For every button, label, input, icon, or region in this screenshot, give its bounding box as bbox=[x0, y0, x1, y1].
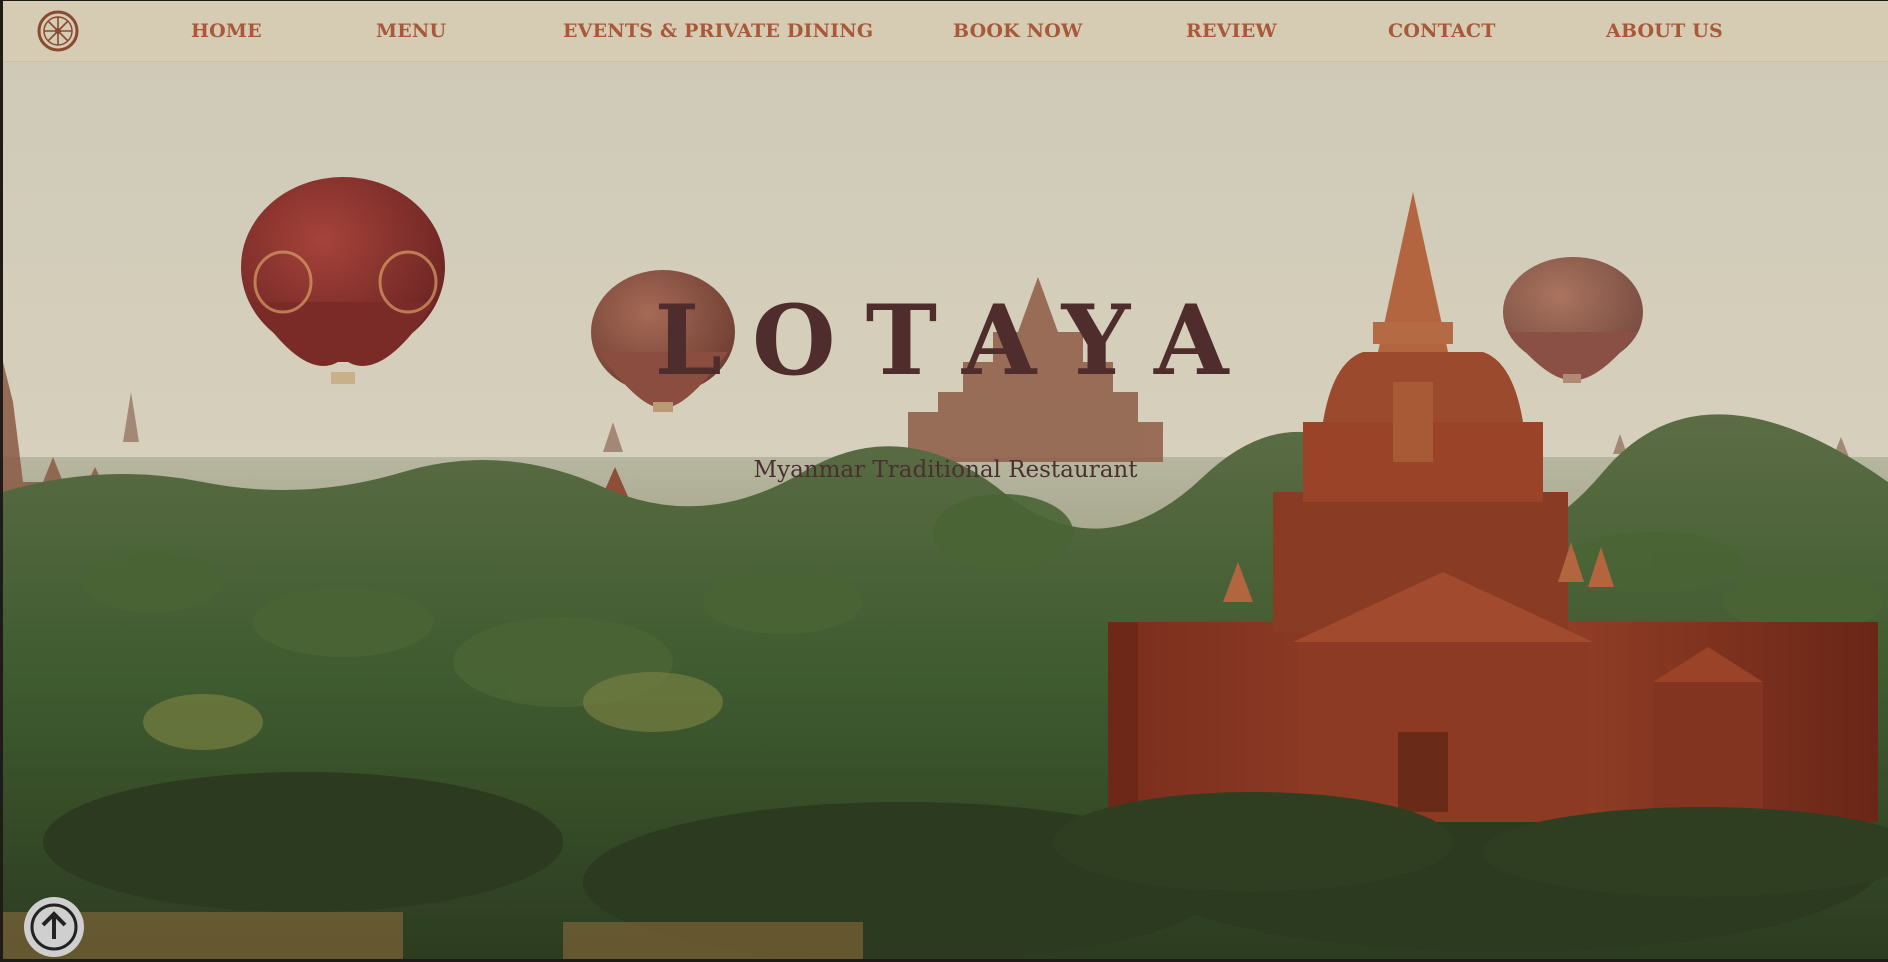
page: HOME MENU EVENTS & PRIVATE DINING BOOK N… bbox=[3, 1, 1888, 959]
nav-menu[interactable]: MENU bbox=[376, 20, 446, 42]
nav-book-now[interactable]: BOOK NOW bbox=[953, 20, 1083, 42]
nav-review[interactable]: REVIEW bbox=[1186, 20, 1277, 42]
dharma-wheel-icon[interactable] bbox=[36, 9, 80, 53]
arrow-up-icon bbox=[30, 903, 78, 951]
nav-about-us[interactable]: ABOUT US bbox=[1606, 20, 1723, 42]
hero-section: LOTAYA Myanmar Traditional Restaurant bbox=[3, 62, 1888, 959]
hero-background-image bbox=[3, 62, 1888, 959]
scroll-to-top-button[interactable] bbox=[24, 897, 84, 957]
nav-home[interactable]: HOME bbox=[191, 20, 262, 42]
top-navigation: HOME MENU EVENTS & PRIVATE DINING BOOK N… bbox=[3, 1, 1888, 62]
nav-events-private-dining[interactable]: EVENTS & PRIVATE DINING bbox=[563, 20, 873, 42]
hero-title: LOTAYA bbox=[654, 284, 1259, 397]
hero-subtitle: Myanmar Traditional Restaurant bbox=[753, 457, 1138, 483]
nav-contact[interactable]: CONTACT bbox=[1388, 20, 1496, 42]
